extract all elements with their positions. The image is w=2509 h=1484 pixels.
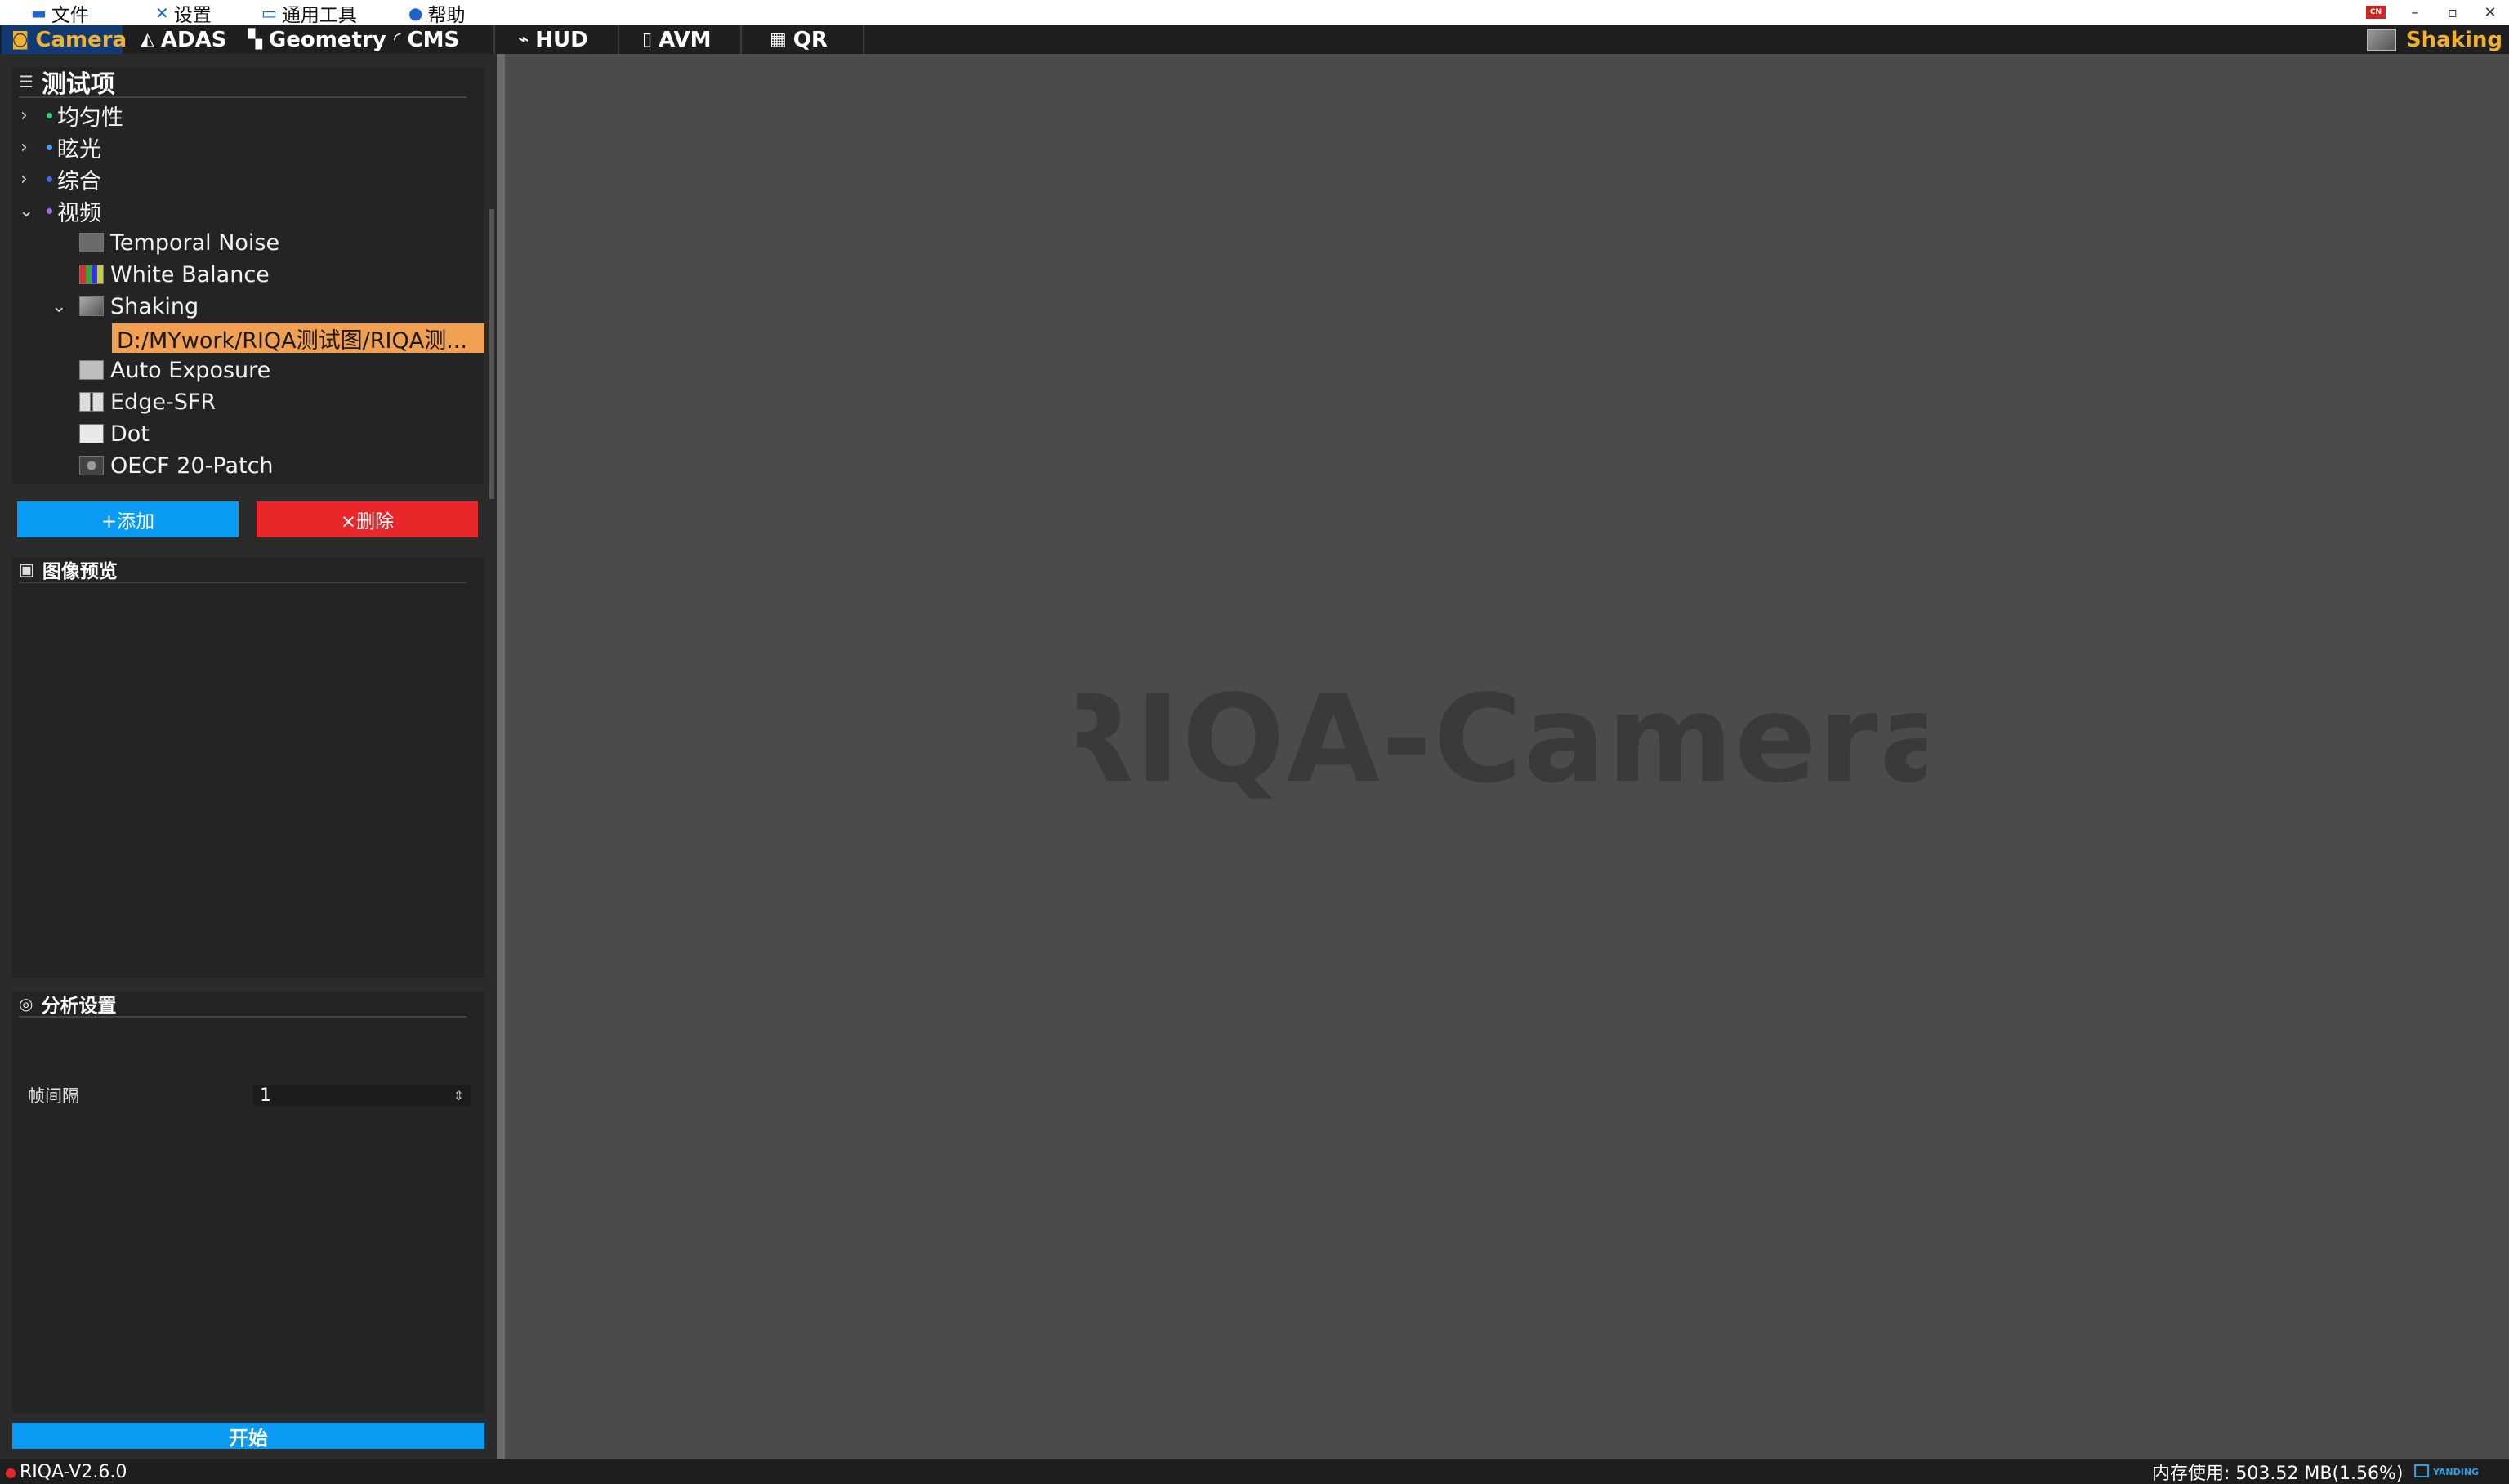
module-tab-bar: ◙ Camera ◭ ADAS ▚ Geometry ◜ CMS ⌁ HUD ▯…	[0, 25, 2509, 54]
menu-tools[interactable]: ▭ 通用工具	[261, 2, 357, 26]
version-label: RIQA-V2.6.0	[20, 1461, 127, 1482]
shaking-thumbnail-icon	[2366, 28, 2396, 51]
status-dot-icon	[47, 207, 52, 214]
tree-item-dot[interactable]: Dot	[79, 418, 150, 449]
edge-chart-icon	[79, 392, 104, 412]
analysis-settings-panel: ◎ 分析设置	[12, 992, 484, 1413]
frame-interval-spinbox[interactable]: 1 ⇕	[253, 1085, 471, 1106]
chevron-down-icon: ⌄	[51, 296, 67, 317]
adas-icon: ◭	[141, 29, 154, 50]
car-icon: ▯	[642, 29, 653, 50]
tree-item-edge-sfr[interactable]: Edge-SFR	[79, 386, 216, 417]
tree-item-auto-exposure[interactable]: Auto Exposure	[79, 354, 270, 385]
target-icon: ◎	[19, 994, 33, 1014]
tree-item-white-balance[interactable]: White Balance	[79, 259, 270, 290]
oecf-chart-icon	[79, 456, 104, 475]
tree-category-video[interactable]: ⌄ 视频	[12, 195, 101, 226]
menu-file[interactable]: ▬ 文件	[31, 2, 89, 26]
minimize-button[interactable]: –	[2397, 0, 2433, 25]
frame-interval-value: 1	[260, 1085, 271, 1106]
menu-settings[interactable]: ✕ 设置	[155, 2, 212, 26]
colorchecker-icon	[79, 265, 104, 284]
tree-category-glare[interactable]: › 眩光	[12, 131, 101, 163]
tree-file-selected[interactable]: D:/MYwork/RIQA测试图/RIQA测...	[112, 323, 484, 353]
wrench-icon: ✕	[155, 2, 169, 23]
tree-category-uniformity[interactable]: › 均匀性	[12, 100, 123, 131]
tree-item-temporal-noise[interactable]: Temporal Noise	[79, 227, 279, 258]
shaking-chart-icon	[79, 296, 104, 316]
menu-bar: ▬ 文件 ✕ 设置 ▭ 通用工具 ● 帮助 CN – ▫ ✕	[0, 0, 2509, 26]
status-dot-icon	[47, 176, 52, 182]
tab-separator	[740, 25, 742, 54]
tab-cms[interactable]: ◜ CMS	[384, 25, 469, 54]
maximize-button[interactable]: ▫	[2435, 0, 2471, 25]
chevron-right-icon: ›	[20, 168, 28, 189]
tab-separator	[618, 25, 619, 54]
list-icon: ☰	[19, 72, 33, 91]
status-dot-icon	[47, 112, 52, 118]
test-items-header: ☰ 测试项	[19, 67, 467, 99]
status-bar: ● RIQA-V2.6.0 内存使用: 503.52 MB(1.56%) YAN…	[0, 1459, 2509, 1484]
tree-category-comprehensive[interactable]: › 综合	[12, 163, 101, 194]
analysis-settings-header: ◎ 分析设置	[19, 992, 467, 1018]
tab-hud[interactable]: ⌁ HUD	[508, 25, 598, 54]
left-panel: ☰ 测试项 › 均匀性 › 眩光 › 综合 ⌄ 视频 Temporal Nois…	[0, 54, 497, 1459]
light-gray-swatch-icon	[79, 360, 104, 380]
tab-separator	[863, 25, 864, 54]
help-bulb-icon: ●	[408, 2, 423, 23]
image-canvas[interactable]: RIQA-Camera	[505, 54, 2509, 1459]
tree-scrollbar[interactable]	[489, 209, 494, 499]
qr-icon: ▦	[770, 29, 787, 50]
gray-swatch-icon	[79, 233, 104, 252]
chevron-right-icon: ›	[20, 136, 28, 158]
close-button[interactable]: ✕	[2472, 0, 2508, 25]
language-flag-icon[interactable]: CN	[2366, 6, 2386, 19]
start-button[interactable]: 开始	[12, 1423, 484, 1450]
frame-interval-label: 帧间隔	[28, 1086, 79, 1106]
image-preview-panel: ▣ 图像预览	[12, 557, 484, 978]
delete-button[interactable]: ×删除	[257, 501, 478, 537]
chevron-right-icon: ›	[20, 105, 28, 126]
add-button[interactable]: +添加	[17, 501, 239, 537]
folder-icon: ▬	[31, 2, 47, 23]
tree-item-oecf[interactable]: OECF 20-Patch	[79, 450, 274, 481]
brand-logo-icon	[2414, 1464, 2429, 1477]
toolbox-icon: ▭	[261, 2, 277, 23]
panel-splitter[interactable]	[497, 54, 505, 1459]
tab-separator	[493, 25, 495, 54]
status-dot-icon	[47, 144, 52, 150]
tab-adas[interactable]: ◭ ADAS	[131, 25, 236, 54]
chevron-down-icon: ⌄	[19, 200, 34, 221]
white-swatch-icon	[79, 424, 104, 443]
spin-arrows-icon[interactable]: ⇕	[453, 1088, 464, 1103]
tab-camera[interactable]: ◙ Camera	[2, 25, 127, 54]
test-items-panel: ☰ 测试项 › 均匀性 › 眩光 › 综合 ⌄ 视频 Temporal Nois…	[12, 67, 494, 499]
image-preview-header: ▣ 图像预览	[19, 557, 467, 583]
riqa-camera-watermark: RIQA-Camera	[1077, 673, 1926, 804]
app-logo-icon: ●	[5, 1464, 16, 1480]
tab-geometry[interactable]: ▚ Geometry	[239, 25, 396, 54]
memory-usage: 内存使用: 503.52 MB(1.56%)	[2152, 1464, 2404, 1484]
tab-qr[interactable]: ▦ QR	[760, 25, 837, 54]
hud-icon: ⌁	[518, 29, 529, 50]
watermark-text: RIQA-Camera	[1077, 673, 1926, 804]
image-icon: ▣	[19, 559, 34, 579]
mirror-icon: ◜	[394, 29, 401, 50]
brand-label: YANDING	[2433, 1466, 2480, 1477]
current-test-indicator: Shaking	[2366, 25, 2502, 54]
tree-item-shaking[interactable]: ⌄ Shaking	[12, 291, 199, 322]
checkerboard-icon: ▚	[248, 29, 262, 50]
tab-avm[interactable]: ▯ AVM	[632, 25, 721, 54]
menu-help[interactable]: ● 帮助	[408, 2, 465, 26]
camera-icon: ◙	[11, 29, 29, 50]
